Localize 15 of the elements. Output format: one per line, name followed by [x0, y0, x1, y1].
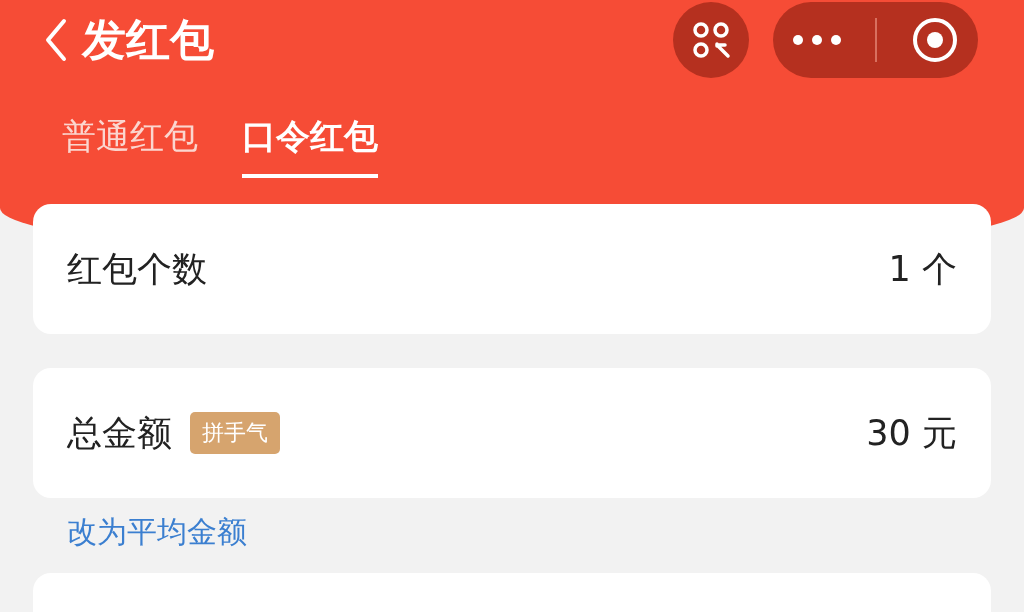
switch-link[interactable]: 改为平均金额 [67, 512, 247, 553]
tab[interactable]: 口令红包 [242, 114, 378, 178]
field-card[interactable]: 红包个数 1 个 [33, 204, 991, 334]
field-label: 红包个数 [67, 247, 207, 291]
field-value: 30 元 [866, 411, 957, 455]
back-button[interactable]: 发红包 [44, 10, 214, 70]
field-label: 总金额 [67, 411, 172, 455]
back-chevron-icon [44, 18, 68, 62]
mode-tag: 拼手气 [190, 412, 280, 454]
more-icon [791, 34, 842, 46]
scan-icon [691, 20, 731, 60]
field-card[interactable]: 总金额 拼手气 30 元 [33, 368, 991, 498]
field-value: 1 个 [888, 247, 957, 291]
tab[interactable]: 普通红包 [62, 114, 198, 178]
target-icon [911, 16, 960, 64]
